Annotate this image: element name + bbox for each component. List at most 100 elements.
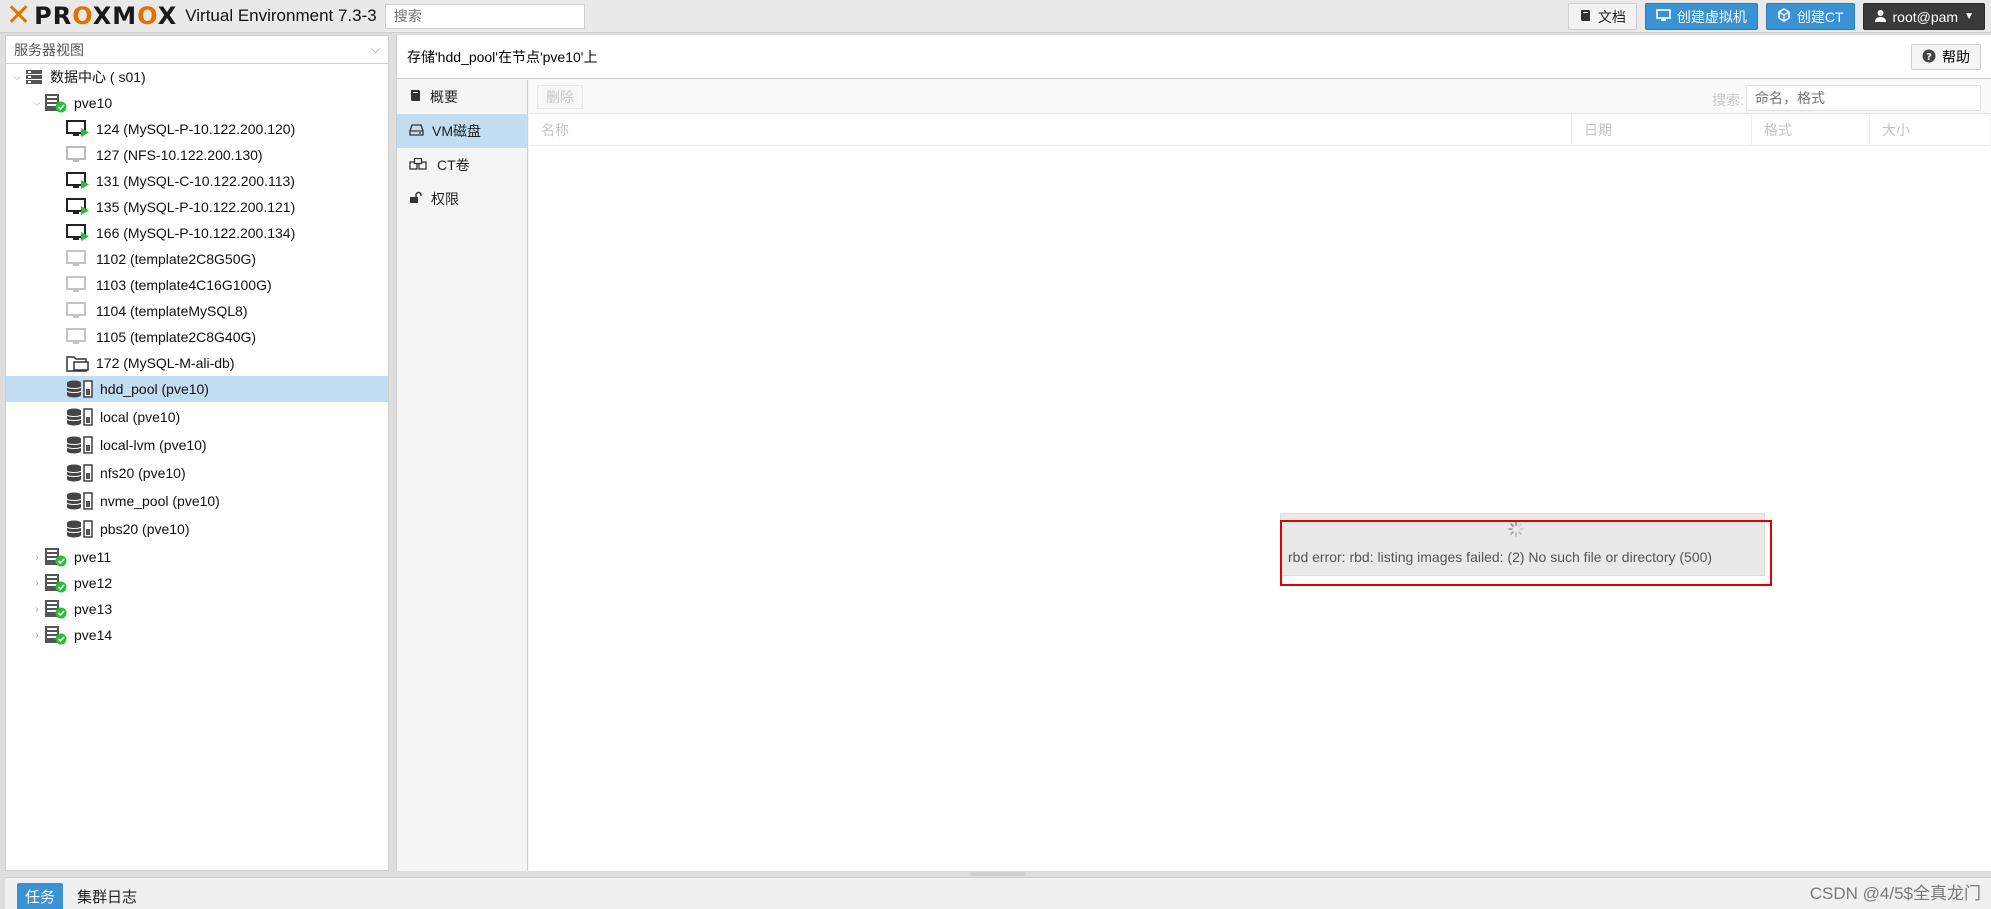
question-circle-icon: ? [1922,49,1936,66]
delete-button[interactable]: 删除 [537,84,583,109]
subnav-item-label: 权限 [431,191,459,207]
view-selector-label: 服务器视图 [14,41,84,58]
tree-storage-item[interactable]: nfs20 (pve10) [6,460,388,486]
page-title: 存储'hdd_pool'在节点'pve10'上 [397,35,1991,79]
vm-running-icon [66,172,90,190]
version-label: Virtual Environment 7.3-3 [185,6,377,25]
watermark: CSDN @4/5$全真龙门 [1809,884,1981,903]
chevron-right-icon[interactable]: › [30,552,44,563]
storage-icon [66,407,94,427]
tree-item-label: nvme_pool (pve10) [100,493,220,509]
vm-disks-grid: 删除 搜索: 名称 日期 格式 大小 [529,80,1991,871]
storage-icon [66,463,94,483]
storage-subnav: 概要 VM磁盘 CT卷 权限 [397,80,528,871]
vm-template-icon [66,302,90,320]
tree-item-label: 124 (MySQL-P-10.122.200.120) [96,121,296,137]
help-label: 帮助 [1942,49,1970,65]
column-header-size[interactable]: 大小 [1870,114,1991,146]
tree-guest-item[interactable]: 135 (MySQL-P-10.122.200.121) [6,194,388,220]
tree-item-label: local-lvm (pve10) [100,437,207,453]
user-icon [1874,9,1887,25]
tree-item-label: pve12 [74,575,113,591]
chevron-down-icon: ▼ [1964,11,1974,22]
tree-guest-item[interactable]: 131 (MySQL-C-10.122.200.113) [6,168,388,194]
tree-guest-item[interactable]: 1105 (template2C8G40G) [6,324,388,350]
subnav-item-summary[interactable]: 概要 [397,80,527,114]
tree-item-label: nfs20 (pve10) [100,465,186,481]
create-vm-button[interactable]: 创建虚拟机 [1644,3,1758,30]
tree-storage-item[interactable]: hdd_pool (pve10) [6,376,388,402]
tree-item-label: pve14 [74,627,113,643]
desktop-icon [1656,8,1671,25]
svg-text:?: ? [1926,52,1932,63]
unlock-icon [409,191,423,207]
docs-button[interactable]: 文档 [1567,3,1637,30]
tree-item-label: pve10 [74,95,113,111]
tree-node[interactable]: ⌵ pve10 [6,90,388,116]
container-icon [66,354,90,372]
search-input[interactable] [384,3,585,29]
tree-guest-item[interactable]: 1103 (template4C16G100G) [6,272,388,298]
tree-datacenter[interactable]: ⌵ 数据中心 ( s01) [6,64,388,90]
storage-icon [66,435,94,455]
view-selector[interactable]: 服务器视图 ⌵ [6,36,388,64]
tree-item-label: 172 (MySQL-M-ali-db) [96,355,235,371]
chevron-right-icon[interactable]: › [30,630,44,641]
tree-guest-item[interactable]: 1104 (templateMySQL8) [6,298,388,324]
chevron-down-icon[interactable]: ⌵ [10,72,24,83]
tab-cluster-log[interactable]: 集群日志 [69,883,145,909]
tree-item-label: 数据中心 ( s01) [50,69,146,85]
vm-running-icon [66,224,90,242]
tab-tasks[interactable]: 任务 [17,883,64,909]
tree-storage-item[interactable]: local-lvm (pve10) [6,432,388,458]
tree-guest-item[interactable]: 127 (NFS-10.122.200.130) [6,142,388,168]
subnav-item-label: CT卷 [437,157,470,173]
column-header-date[interactable]: 日期 [1572,114,1752,146]
logo-text: PROXMOX [34,2,178,30]
node-online-icon [44,625,68,645]
tree-item-label: hdd_pool (pve10) [100,381,209,397]
tree-item-label: 1105 (template2C8G40G) [96,329,257,345]
storage-icon [66,379,94,399]
tree-guest-item[interactable]: 166 (MySQL-P-10.122.200.134) [6,220,388,246]
tree-guest-item[interactable]: 1102 (template2C8G50G) [6,246,388,272]
proxmox-logo[interactable]: ✕ PROXMOX [0,0,177,33]
help-button[interactable]: ? 帮助 [1911,44,1981,70]
logo-x-icon: ✕ [6,0,33,33]
cube-icon [1777,8,1791,25]
create-ct-label: 创建CT [1796,8,1844,25]
grid-search-input[interactable] [1746,85,1981,111]
tree-storage-item[interactable]: pbs20 (pve10) [6,516,388,542]
panel-splitter-handle[interactable] [970,872,1026,876]
tree-guest-item[interactable]: 172 (MySQL-M-ali-db) [6,350,388,376]
chevron-right-icon[interactable]: › [30,578,44,589]
vm-template-icon [66,328,90,346]
node-online-icon [44,93,68,113]
cubes-icon [409,157,429,173]
subnav-item-permissions[interactable]: 权限 [397,182,527,216]
grid-header: 名称 日期 格式 大小 [529,114,1991,146]
column-header-format[interactable]: 格式 [1752,114,1870,146]
vm-template-icon [66,276,90,294]
tree-storage-item[interactable]: local (pve10) [6,404,388,430]
subnav-item-ct-volumes[interactable]: CT卷 [397,148,527,182]
tree-storage-item[interactable]: nvme_pool (pve10) [6,488,388,514]
column-header-name[interactable]: 名称 [529,114,1572,146]
tree-node[interactable]: › pve11 [6,544,388,570]
tree-guest-item[interactable]: 124 (MySQL-P-10.122.200.120) [6,116,388,142]
create-ct-button[interactable]: 创建CT [1765,3,1855,30]
tree-node[interactable]: › pve12 [6,570,388,596]
chevron-right-icon[interactable]: › [30,604,44,615]
vm-template-icon [66,250,90,268]
tree-node[interactable]: › pve14 [6,622,388,648]
node-online-icon [44,573,68,593]
subnav-item-vm-disks[interactable]: VM磁盘 [397,114,527,148]
user-menu-button[interactable]: root@pam ▼ [1862,3,1985,30]
tree-item-label: 135 (MySQL-P-10.122.200.121) [96,199,296,215]
tree-node[interactable]: › pve13 [6,596,388,622]
vm-running-icon [66,198,90,216]
storage-icon [66,491,94,511]
chevron-down-icon[interactable]: ⌵ [30,98,44,109]
user-label: root@pam [1892,8,1959,25]
node-online-icon [44,547,68,567]
